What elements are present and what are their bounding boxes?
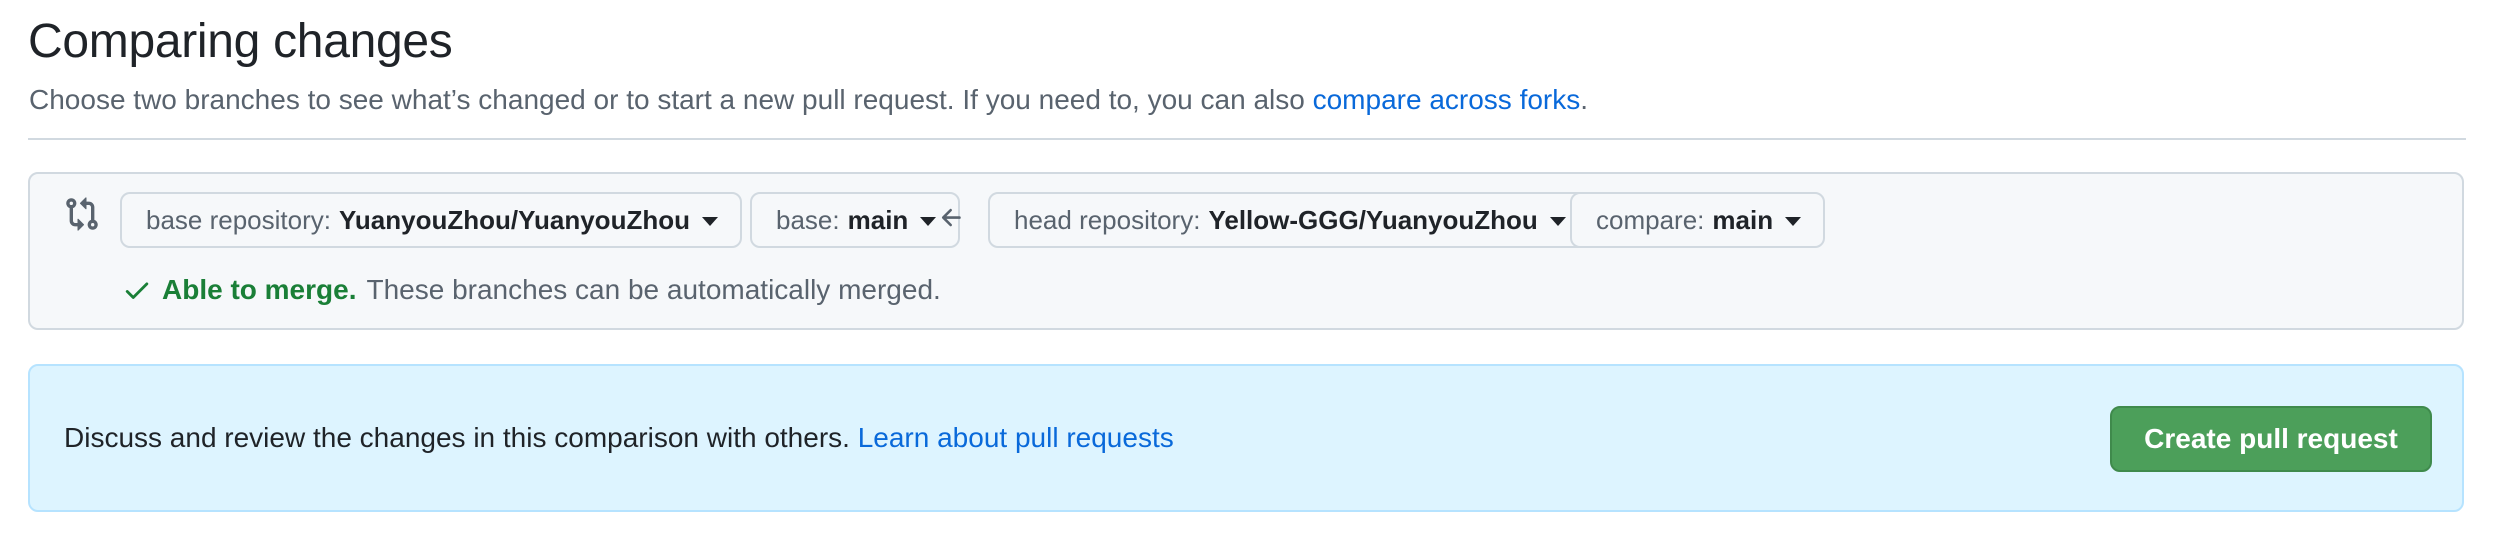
caret-down-icon — [1785, 216, 1802, 226]
divider — [28, 138, 2466, 140]
caret-down-icon — [1549, 216, 1566, 226]
base-branch-value: main — [847, 204, 909, 235]
head-repository-label: head repository: — [1014, 204, 1201, 235]
base-repository-label: base repository: — [146, 204, 331, 235]
base-branch-select[interactable]: base: main — [750, 192, 961, 248]
page-subtitle: Choose two branches to see what’s change… — [29, 84, 1588, 116]
info-text: Discuss and review the changes in this c… — [64, 422, 1174, 454]
base-branch-label: base: — [776, 204, 840, 235]
compare-across-forks-link[interactable]: compare across forks — [1313, 84, 1581, 115]
compare-page: Comparing changes Choose two branches to… — [0, 0, 2494, 538]
learn-about-pull-requests-link[interactable]: Learn about pull requests — [858, 422, 1174, 453]
compare-branch-value: main — [1712, 204, 1774, 235]
head-repository-select[interactable]: head repository: Yellow-GGG/YuanyouZhou — [988, 192, 1590, 248]
create-pull-request-button[interactable]: Create pull request — [2110, 406, 2432, 472]
subtitle-text: Choose two branches to see what’s change… — [29, 84, 1313, 115]
arrow-left-icon — [941, 208, 961, 227]
pull-request-info-box: Discuss and review the changes in this c… — [28, 364, 2464, 512]
base-repository-select[interactable]: base repository: YuanyouZhou/YuanyouZhou — [120, 192, 742, 248]
merge-status: Able to merge. These branches can be aut… — [122, 274, 941, 306]
caret-down-icon — [920, 216, 937, 226]
check-icon — [125, 282, 149, 299]
compare-branch-select[interactable]: compare: main — [1570, 192, 1826, 248]
info-description: Discuss and review the changes in this c… — [64, 422, 858, 453]
range-editor: base repository: YuanyouZhou/YuanyouZhou… — [28, 172, 2464, 330]
merge-status-description: These branches can be automatically merg… — [366, 274, 941, 305]
merge-status-title: Able to merge. — [162, 274, 357, 305]
compare-branch-label: compare: — [1596, 204, 1705, 235]
head-repository-value: Yellow-GGG/YuanyouZhou — [1208, 204, 1538, 235]
git-compare-icon — [66, 197, 98, 231]
page-title: Comparing changes — [28, 15, 453, 68]
subtitle-end: . — [1580, 84, 1589, 115]
caret-down-icon — [701, 216, 718, 226]
base-repository-value: YuanyouZhou/YuanyouZhou — [338, 204, 690, 235]
